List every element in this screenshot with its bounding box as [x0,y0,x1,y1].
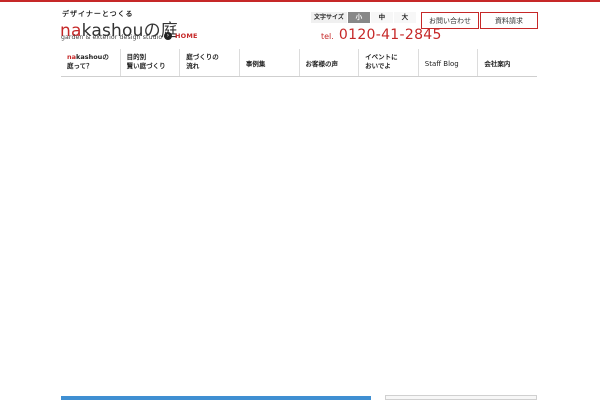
request-docs-button[interactable]: 資料請求 [480,12,538,29]
sidebar-box-strip [385,395,537,400]
font-size-selector: 文字サイズ 小 中 大 [311,12,416,23]
nav-item-voices[interactable]: お客様の声 [298,49,359,76]
arrow-right-icon: › [164,32,172,40]
font-size-small-button[interactable]: 小 [346,12,370,23]
home-link[interactable]: › HOME [164,31,198,41]
contact-button[interactable]: お問い合わせ [421,12,479,29]
top-accent-line [0,0,600,2]
font-size-large-button[interactable]: 大 [392,12,416,23]
main-nav: nakashouの 庭って？ 目的別 賢い庭づくり 庭づくりの 流れ 事例集 お… [61,49,537,77]
nav-item-about-prefix: na [67,53,77,61]
nav-item-cases[interactable]: 事例集 [238,49,299,76]
tel-label: tel. [321,32,334,41]
nav-item-about[interactable]: nakashouの 庭って？ [61,49,120,76]
nav-item-staff-blog[interactable]: Staff Blog [417,49,478,76]
content-banner-strip [61,396,371,400]
font-size-label: 文字サイズ [311,12,347,23]
nav-item-purpose[interactable]: 目的別 賢い庭づくり [119,49,180,76]
logo-subtitle: garden & exterior design studio [61,34,163,41]
nav-item-events[interactable]: イベントに おいでよ [358,49,418,76]
home-label: HOME [175,32,198,40]
font-size-medium-button[interactable]: 中 [369,12,393,23]
nav-item-flow[interactable]: 庭づくりの 流れ [179,49,239,76]
nav-item-company[interactable]: 会社案内 [477,49,537,76]
tel-number: 0120-41-2845 [338,27,442,43]
